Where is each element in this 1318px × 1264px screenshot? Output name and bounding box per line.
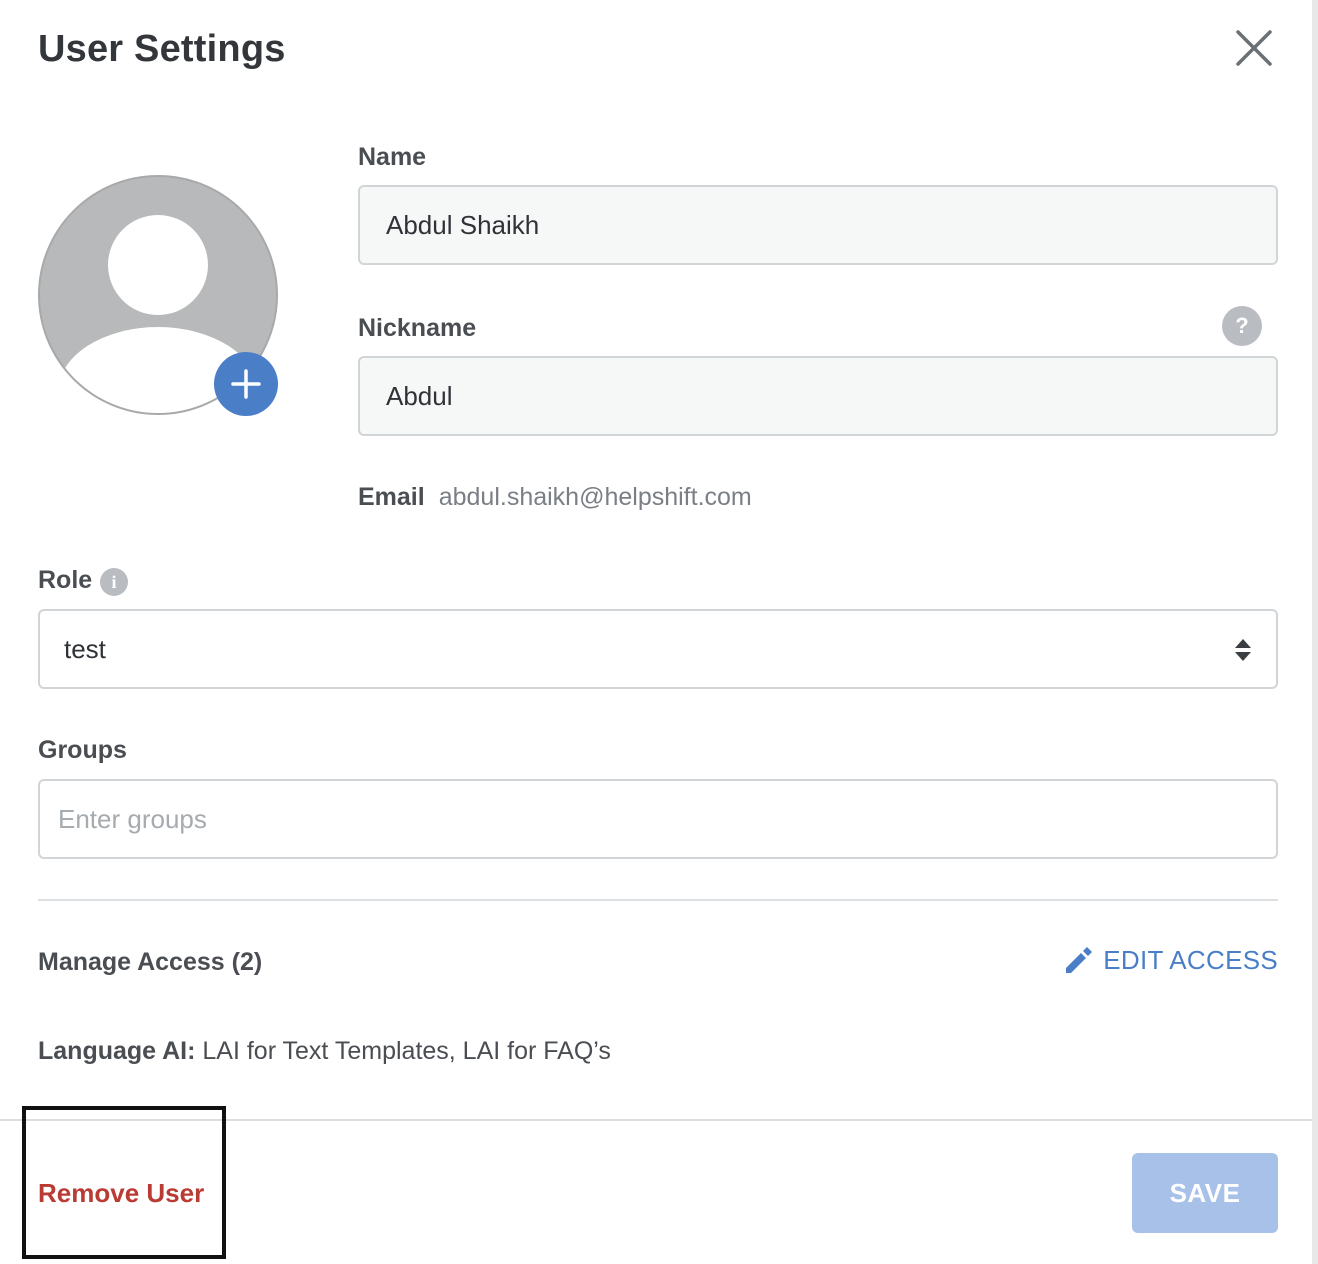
- info-icon[interactable]: i: [100, 568, 128, 596]
- role-label: Role: [38, 566, 93, 594]
- close-icon: [1236, 30, 1272, 66]
- edit-access-button[interactable]: EDIT ACCESS: [1063, 945, 1278, 976]
- groups-label: Groups: [38, 736, 127, 764]
- divider: [38, 899, 1278, 901]
- avatar-placeholder-icon: [108, 215, 208, 315]
- name-field[interactable]: Abdul Shaikh: [358, 185, 1278, 265]
- remove-user-button[interactable]: Remove User: [38, 1178, 204, 1209]
- user-settings-dialog: User Settings Name Abdul Shaikh Nickname…: [0, 0, 1318, 1264]
- language-ai-access: Language AI: LAI for Text Templates, LAI…: [38, 1037, 611, 1066]
- language-ai-value: LAI for Text Templates, LAI for FAQ’s: [195, 1037, 611, 1065]
- dialog-title: User Settings: [38, 28, 286, 70]
- nickname-field[interactable]: Abdul: [358, 356, 1278, 436]
- pencil-icon: [1066, 946, 1093, 973]
- email-value: abdul.shaikh@helpshift.com: [438, 483, 752, 511]
- select-arrows-icon: [1235, 639, 1251, 661]
- manage-access-heading: Manage Access (2): [38, 948, 263, 976]
- groups-field[interactable]: [38, 779, 1278, 859]
- add-photo-button[interactable]: [214, 352, 278, 416]
- groups-input[interactable]: [58, 803, 1276, 835]
- close-button[interactable]: [1232, 26, 1276, 70]
- edit-access-label: EDIT ACCESS: [1103, 945, 1278, 975]
- language-ai-key: Language AI:: [38, 1037, 196, 1065]
- help-icon[interactable]: ?: [1222, 306, 1262, 346]
- name-label: Name: [358, 143, 427, 171]
- save-button[interactable]: SAVE: [1132, 1153, 1278, 1233]
- email-label: Email: [358, 483, 425, 511]
- role-select[interactable]: test: [38, 609, 1278, 689]
- scrollbar-track: [1312, 0, 1318, 1264]
- role-selected-value: test: [64, 633, 106, 664]
- nickname-label: Nickname: [358, 314, 477, 342]
- plus-icon: [231, 369, 261, 399]
- email-row: Email abdul.shaikh@helpshift.com: [358, 483, 752, 512]
